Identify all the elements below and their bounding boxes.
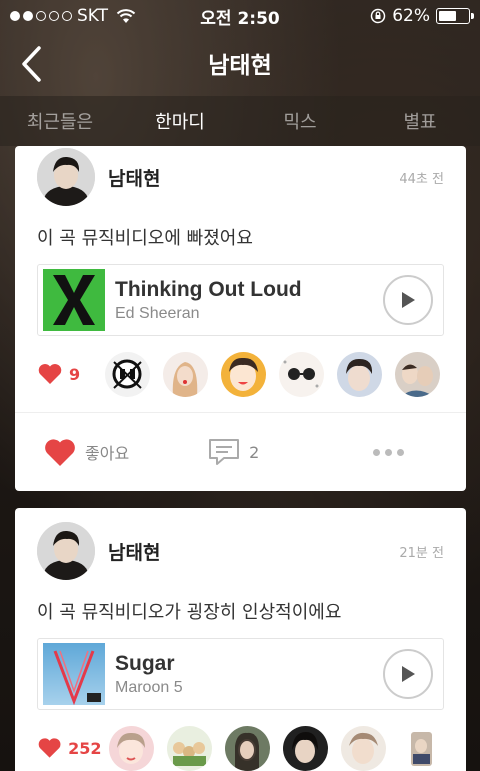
- like-count: 252: [68, 738, 102, 758]
- liker-avatar[interactable]: [105, 351, 150, 397]
- navigation-bar: 남태현: [0, 32, 480, 94]
- comment-count: 2: [249, 442, 260, 462]
- tab-label: 한마디: [155, 112, 205, 133]
- play-icon: [402, 666, 415, 682]
- play-button[interactable]: [383, 649, 433, 699]
- tab-label: 믹스: [283, 112, 317, 133]
- liker-avatar[interactable]: [341, 725, 386, 771]
- tab-label: 별표: [403, 112, 437, 133]
- post-header: 남태현 44초 전: [37, 146, 466, 208]
- post-text: 이 곡 뮤직비디오에 빠졌어요: [37, 228, 253, 249]
- like-label: 좋아요: [85, 444, 130, 463]
- status-bar: SKT 오전 2:50 62%: [0, 0, 480, 32]
- post-card: 남태현 21분 전 이 곡 뮤직비디오가 굉장히 인상적이에요 Sugar Ma…: [15, 508, 466, 771]
- avatar[interactable]: [37, 148, 95, 206]
- comment-button[interactable]: 2: [207, 437, 259, 467]
- liker-avatar[interactable]: [399, 725, 444, 771]
- track-title: Sugar: [115, 651, 175, 675]
- back-arrow-icon: [22, 46, 41, 82]
- comment-icon: [209, 439, 240, 465]
- play-button[interactable]: [383, 275, 433, 325]
- tab-bar: 최근들은 한마디 믹스 별표: [0, 96, 480, 146]
- more-button[interactable]: [373, 448, 404, 456]
- liker-avatar[interactable]: [109, 725, 154, 771]
- liker-avatar[interactable]: [221, 351, 266, 397]
- avatar[interactable]: [37, 522, 95, 580]
- signal-strength-icon: [10, 11, 72, 21]
- play-icon: [402, 292, 415, 308]
- heart-icon: [45, 438, 75, 466]
- heart-icon: [38, 738, 61, 758]
- rotation-lock-icon: [370, 8, 386, 24]
- like-count: 9: [69, 364, 81, 384]
- track-title: Thinking Out Loud: [115, 277, 302, 301]
- track-card[interactable]: Thinking Out Loud Ed Sheeran: [37, 264, 444, 336]
- more-icon: [373, 448, 380, 456]
- back-button[interactable]: [14, 44, 48, 84]
- tab-mix[interactable]: 믹스: [240, 96, 360, 146]
- album-art: [43, 269, 105, 331]
- heart-icon: [38, 364, 62, 384]
- carrier-name: SKT: [77, 6, 109, 26]
- post-author[interactable]: 남태현: [108, 538, 160, 565]
- album-art: [43, 643, 105, 706]
- post-card: 남태현 44초 전 이 곡 뮤직비디오에 빠졌어요 Thinking Out L…: [15, 146, 466, 491]
- wifi-icon: [116, 9, 136, 23]
- track-card[interactable]: Sugar Maroon 5: [37, 638, 444, 710]
- liker-avatar[interactable]: [279, 351, 324, 397]
- liker-avatar[interactable]: [167, 725, 212, 771]
- battery-percent: 62%: [392, 6, 430, 26]
- post-feed: 남태현 44초 전 이 곡 뮤직비디오에 빠졌어요 Thinking Out L…: [15, 146, 466, 771]
- post-actions: 좋아요 2: [15, 413, 466, 491]
- liker-avatar[interactable]: [225, 725, 270, 771]
- liker-avatar[interactable]: [395, 351, 440, 397]
- tab-starred[interactable]: 별표: [360, 96, 480, 146]
- post-timestamp: 21분 전: [399, 545, 444, 561]
- post-author[interactable]: 남태현: [108, 164, 160, 191]
- battery-icon: [436, 8, 474, 24]
- like-button[interactable]: 좋아요: [43, 437, 129, 468]
- likers-row: 252: [37, 710, 466, 771]
- post-timestamp: 44초 전: [399, 171, 444, 187]
- likers-row: 9: [37, 336, 466, 412]
- liker-avatar[interactable]: [163, 351, 208, 397]
- page-title: 남태현: [208, 53, 272, 79]
- post-header: 남태현 21분 전: [37, 508, 466, 582]
- tab-recent[interactable]: 최근들은: [0, 96, 120, 146]
- tab-comments[interactable]: 한마디: [120, 96, 240, 146]
- tab-label: 최근들은: [26, 112, 94, 133]
- liker-avatar[interactable]: [337, 351, 382, 397]
- track-artist: Maroon 5: [115, 678, 183, 696]
- track-artist: Ed Sheeran: [115, 304, 200, 322]
- liker-avatar[interactable]: [283, 725, 328, 771]
- post-text: 이 곡 뮤직비디오가 굉장히 인상적이에요: [37, 602, 342, 623]
